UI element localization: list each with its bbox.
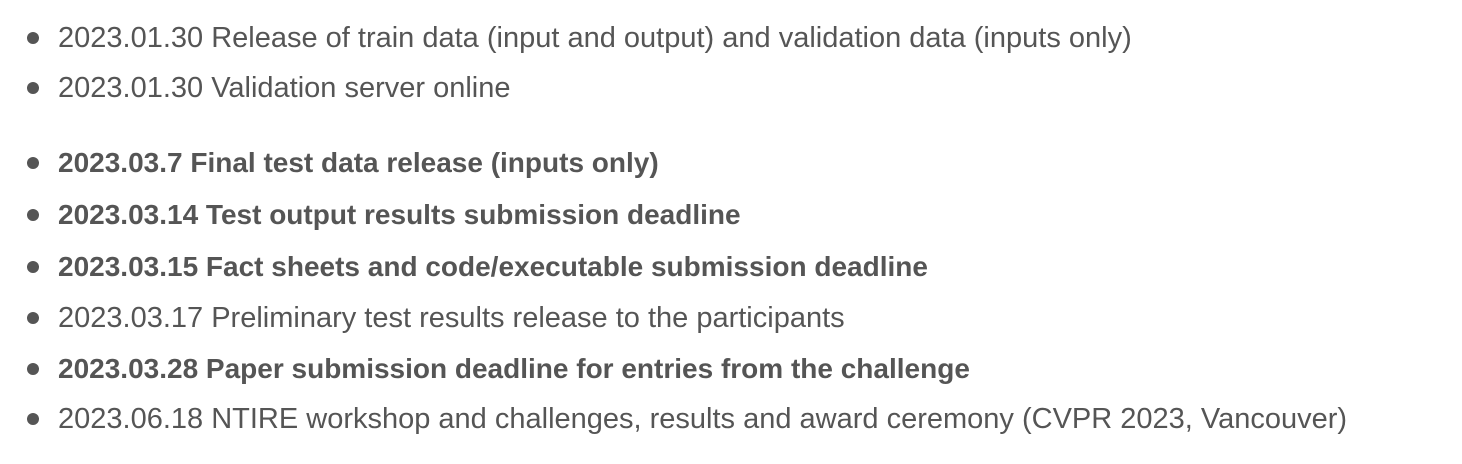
timeline-item-text: 2023.03.28 Paper submission deadline for… <box>58 353 970 384</box>
timeline-item-text: 2023.01.30 Release of train data (input … <box>58 22 1132 54</box>
timeline-item-text: 2023.03.7 Final test data release (input… <box>58 147 659 178</box>
bullet-icon <box>27 157 39 169</box>
bullet-icon <box>27 312 39 324</box>
timeline-item-fact-sheets-deadline: 2023.03.15 Fact sheets and code/executab… <box>0 247 1462 287</box>
bullet-icon <box>27 32 39 44</box>
timeline-item-workshop-ceremony: 2023.06.18 NTIRE workshop and challenges… <box>0 399 1462 439</box>
timeline-item-validation-server: 2023.01.30 Validation server online <box>0 68 1462 108</box>
timeline-item-text: 2023.03.17 Preliminary test results rele… <box>58 302 845 334</box>
bullet-icon <box>27 261 39 273</box>
bullet-icon <box>27 82 39 94</box>
timeline-item-text: 2023.03.14 Test output results submissio… <box>58 199 741 230</box>
timeline-item-text: 2023.01.30 Validation server online <box>58 72 511 104</box>
timeline-item-text: 2023.03.15 Fact sheets and code/executab… <box>58 251 928 282</box>
bullet-icon <box>27 413 39 425</box>
timeline-item-paper-submission-deadline: 2023.03.28 Paper submission deadline for… <box>0 349 1462 389</box>
bullet-icon <box>27 363 39 375</box>
timeline-item-text: 2023.06.18 NTIRE workshop and challenges… <box>58 403 1348 435</box>
timeline-item-train-data-release: 2023.01.30 Release of train data (input … <box>0 18 1462 58</box>
timeline-item-test-output-deadline: 2023.03.14 Test output results submissio… <box>0 195 1462 235</box>
timeline-item-preliminary-results: 2023.03.17 Preliminary test results rele… <box>0 298 1462 338</box>
timeline-item-final-test-data: 2023.03.7 Final test data release (input… <box>0 143 1462 183</box>
bullet-icon <box>27 209 39 221</box>
